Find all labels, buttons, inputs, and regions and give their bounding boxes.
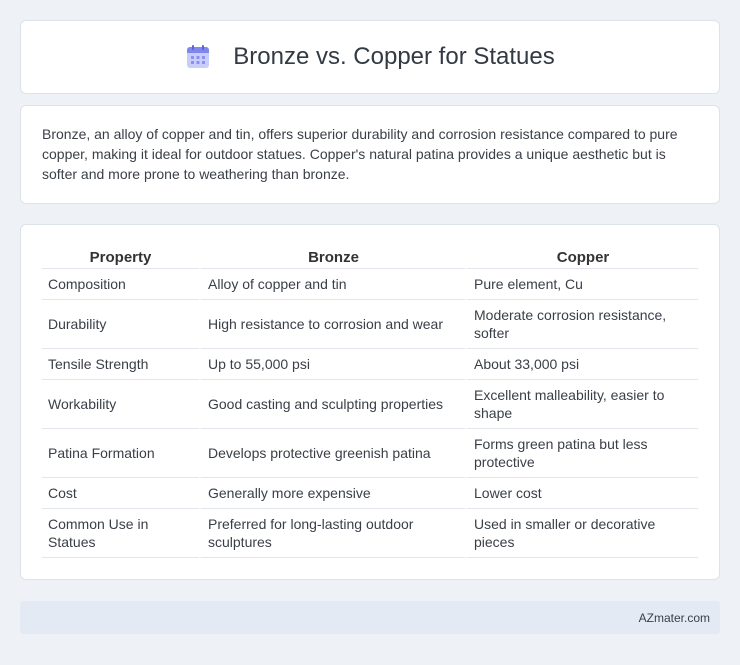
page-title: Bronze vs. Copper for Statues xyxy=(233,43,555,70)
footer-bar: AZmater.com xyxy=(20,601,720,634)
table-cell-copper: Forms green patina but less protective xyxy=(465,429,698,478)
table-header-row: Property Bronze Copper xyxy=(42,245,698,269)
calendar-icon xyxy=(185,44,211,70)
table-cell-bronze: Develops protective greenish patina xyxy=(199,429,465,478)
table-cell-bronze: Alloy of copper and tin xyxy=(199,269,465,300)
table-cell-bronze: Generally more expensive xyxy=(199,478,465,509)
table-cell-copper: Lower cost xyxy=(465,478,698,509)
table-row: Durability High resistance to corrosion … xyxy=(42,300,698,349)
table-row: Common Use in Statues Preferred for long… xyxy=(42,509,698,558)
table-cell-property: Patina Formation xyxy=(42,429,199,478)
table-cell-copper: Moderate corrosion resistance, softer xyxy=(465,300,698,349)
table-cell-copper: Excellent malleability, easier to shape xyxy=(465,380,698,429)
table-cell-copper: About 33,000 psi xyxy=(465,349,698,380)
summary-text: Bronze, an alloy of copper and tin, offe… xyxy=(42,126,678,182)
table-cell-property: Composition xyxy=(42,269,199,300)
column-header-bronze: Bronze xyxy=(199,245,465,269)
summary-card: Bronze, an alloy of copper and tin, offe… xyxy=(20,105,720,204)
column-header-copper: Copper xyxy=(465,245,698,269)
comparison-table: Property Bronze Copper Composition Alloy… xyxy=(42,245,698,558)
table-row: Patina Formation Develops protective gre… xyxy=(42,429,698,478)
column-header-property: Property xyxy=(42,245,199,269)
comparison-table-card: Property Bronze Copper Composition Alloy… xyxy=(20,224,720,580)
table-cell-property: Workability xyxy=(42,380,199,429)
table-cell-bronze: Up to 55,000 psi xyxy=(199,349,465,380)
header-card: Bronze vs. Copper for Statues xyxy=(20,20,720,94)
footer-source-text: AZmater.com xyxy=(638,610,710,625)
table-cell-bronze: Preferred for long-lasting outdoor sculp… xyxy=(199,509,465,558)
table-cell-bronze: High resistance to corrosion and wear xyxy=(199,300,465,349)
table-row: Tensile Strength Up to 55,000 psi About … xyxy=(42,349,698,380)
table-cell-bronze: Good casting and sculpting properties xyxy=(199,380,465,429)
table-row: Composition Alloy of copper and tin Pure… xyxy=(42,269,698,300)
table-cell-property: Tensile Strength xyxy=(42,349,199,380)
table-cell-property: Common Use in Statues xyxy=(42,509,199,558)
table-cell-property: Durability xyxy=(42,300,199,349)
table-cell-copper: Used in smaller or decorative pieces xyxy=(465,509,698,558)
table-row: Cost Generally more expensive Lower cost xyxy=(42,478,698,509)
table-cell-copper: Pure element, Cu xyxy=(465,269,698,300)
table-row: Workability Good casting and sculpting p… xyxy=(42,380,698,429)
table-cell-property: Cost xyxy=(42,478,199,509)
